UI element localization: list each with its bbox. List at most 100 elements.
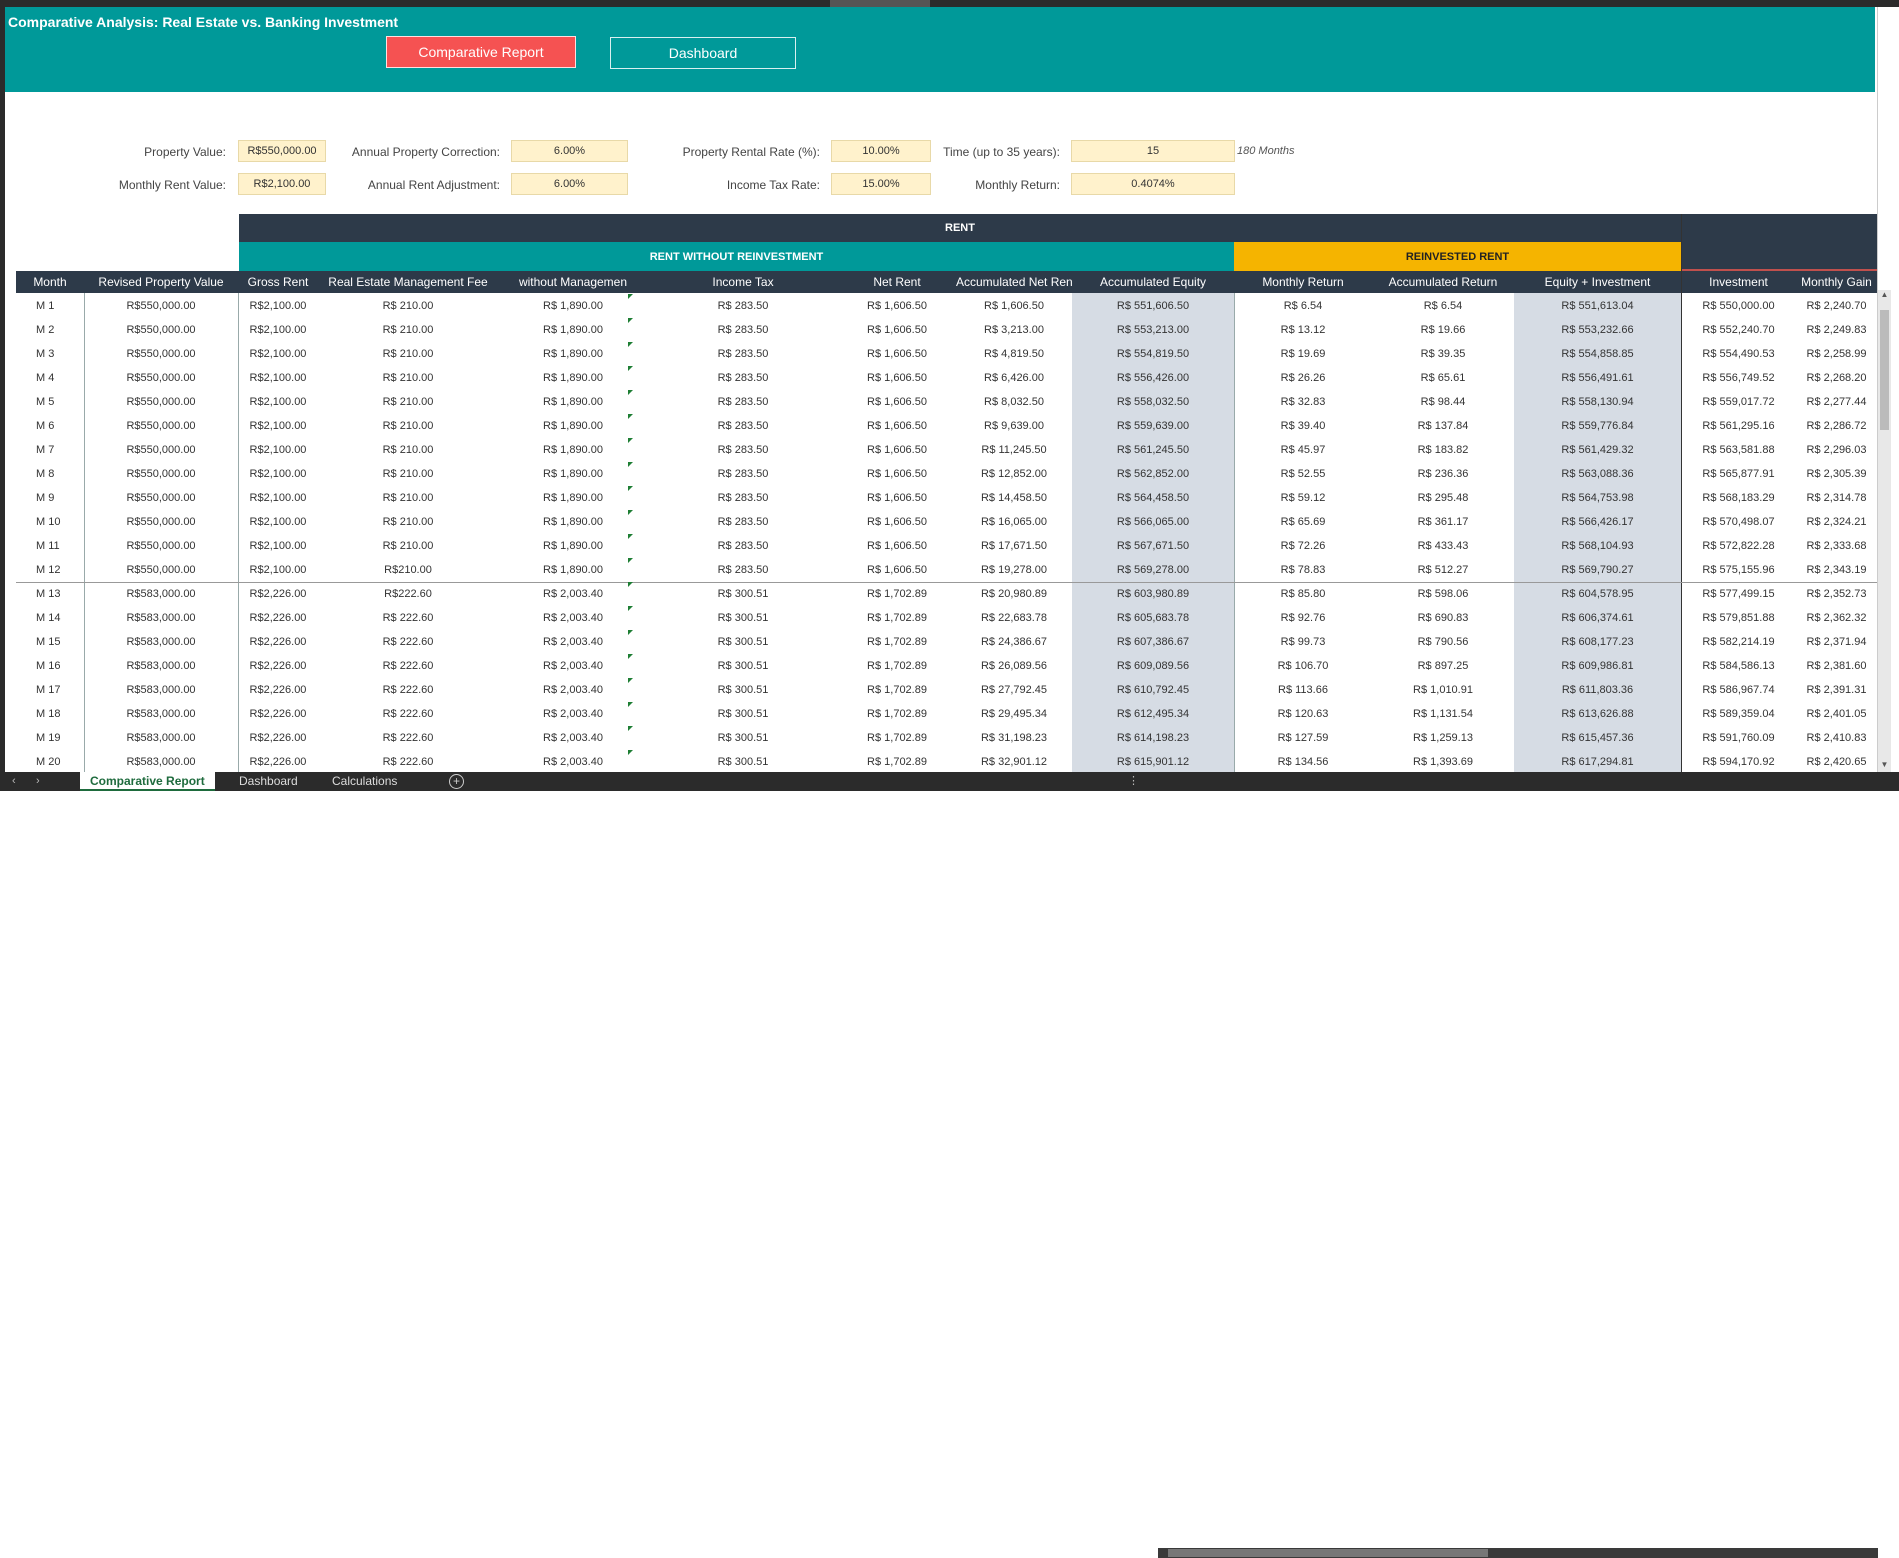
table-cell[interactable]: M 18 bbox=[16, 702, 84, 726]
table-cell[interactable]: R$550,000.00 bbox=[84, 510, 238, 534]
table-cell[interactable]: R$ 1,890.00 bbox=[498, 462, 648, 486]
dashboard-button[interactable]: Dashboard bbox=[610, 37, 796, 69]
table-cell[interactable]: R$ 2,258.99 bbox=[1796, 342, 1877, 366]
table-cell[interactable]: R$ 551,606.50 bbox=[1072, 294, 1234, 318]
table-cell[interactable]: R$ 19.69 bbox=[1234, 342, 1372, 366]
table-cell[interactable]: R$ 222.60 bbox=[318, 726, 498, 750]
table-cell[interactable]: R$ 52.55 bbox=[1234, 462, 1372, 486]
table-cell[interactable]: R$ 2,003.40 bbox=[498, 582, 648, 606]
annual-correction-input[interactable]: 6.00% bbox=[511, 140, 628, 162]
table-cell[interactable]: R$2,100.00 bbox=[238, 438, 318, 462]
table-cell[interactable]: R$ 1,606.50 bbox=[838, 558, 956, 582]
table-cell[interactable]: R$ 609,089.56 bbox=[1072, 654, 1234, 678]
table-cell[interactable]: R$ 300.51 bbox=[648, 726, 838, 750]
table-cell[interactable]: R$ 283.50 bbox=[648, 390, 838, 414]
table-cell[interactable]: R$ 615,901.12 bbox=[1072, 750, 1234, 774]
error-indicator-icon[interactable] bbox=[628, 294, 633, 299]
table-cell[interactable]: R$ 361.17 bbox=[1372, 510, 1514, 534]
table-cell[interactable]: R$ 564,753.98 bbox=[1514, 486, 1681, 510]
table-cell[interactable]: R$ 598.06 bbox=[1372, 582, 1514, 606]
table-cell[interactable]: R$ 85.80 bbox=[1234, 582, 1372, 606]
table-cell[interactable]: R$ 4,819.50 bbox=[956, 342, 1072, 366]
table-cell[interactable]: R$2,226.00 bbox=[238, 702, 318, 726]
table-cell[interactable]: R$ 433.43 bbox=[1372, 534, 1514, 558]
table-cell[interactable]: R$ 2,371.94 bbox=[1796, 630, 1877, 654]
error-indicator-icon[interactable] bbox=[628, 510, 633, 515]
table-cell[interactable]: R$ 31,198.23 bbox=[956, 726, 1072, 750]
table-cell[interactable]: R$222.60 bbox=[318, 582, 498, 606]
table-cell[interactable]: R$ 615,457.36 bbox=[1514, 726, 1681, 750]
table-cell[interactable]: R$ 27,792.45 bbox=[956, 678, 1072, 702]
table-cell[interactable]: R$ 1,890.00 bbox=[498, 342, 648, 366]
error-indicator-icon[interactable] bbox=[628, 606, 633, 611]
table-cell[interactable]: R$ 554,858.85 bbox=[1514, 342, 1681, 366]
table-cell[interactable]: R$ 210.00 bbox=[318, 342, 498, 366]
table-cell[interactable]: R$ 39.35 bbox=[1372, 342, 1514, 366]
table-cell[interactable]: R$ 14,458.50 bbox=[956, 486, 1072, 510]
table-cell[interactable]: R$2,100.00 bbox=[238, 294, 318, 318]
table-cell[interactable]: R$ 568,183.29 bbox=[1681, 486, 1796, 510]
table-cell[interactable]: R$ 556,491.61 bbox=[1514, 366, 1681, 390]
error-indicator-icon[interactable] bbox=[628, 582, 633, 587]
table-cell[interactable]: R$2,100.00 bbox=[238, 486, 318, 510]
table-cell[interactable]: R$ 606,374.61 bbox=[1514, 606, 1681, 630]
table-cell[interactable]: R$ 1,702.89 bbox=[838, 582, 956, 606]
table-cell[interactable]: R$ 9,639.00 bbox=[956, 414, 1072, 438]
table-cell[interactable]: R$ 2,268.20 bbox=[1796, 366, 1877, 390]
table-cell[interactable]: M 11 bbox=[16, 534, 84, 558]
table-cell[interactable]: R$2,100.00 bbox=[238, 366, 318, 390]
table-cell[interactable]: R$ 617,294.81 bbox=[1514, 750, 1681, 774]
table-cell[interactable]: R$2,226.00 bbox=[238, 630, 318, 654]
table-cell[interactable]: R$ 1,606.50 bbox=[838, 390, 956, 414]
table-cell[interactable]: M 8 bbox=[16, 462, 84, 486]
table-cell[interactable]: R$ 2,003.40 bbox=[498, 750, 648, 774]
table-cell[interactable]: R$ 1,606.50 bbox=[838, 318, 956, 342]
table-cell[interactable]: R$ 26.26 bbox=[1234, 366, 1372, 390]
table-cell[interactable]: M 2 bbox=[16, 318, 84, 342]
table-cell[interactable]: R$ 24,386.67 bbox=[956, 630, 1072, 654]
table-cell[interactable]: R$ 790.56 bbox=[1372, 630, 1514, 654]
table-cell[interactable]: R$ 210.00 bbox=[318, 366, 498, 390]
table-cell[interactable]: M 7 bbox=[16, 438, 84, 462]
table-cell[interactable]: R$ 553,232.66 bbox=[1514, 318, 1681, 342]
scroll-down-icon[interactable]: ▼ bbox=[1880, 760, 1889, 770]
table-cell[interactable]: R$ 283.50 bbox=[648, 342, 838, 366]
table-cell[interactable]: R$ 2,003.40 bbox=[498, 630, 648, 654]
table-cell[interactable]: R$ 20,980.89 bbox=[956, 582, 1072, 606]
table-cell[interactable]: R$550,000.00 bbox=[84, 318, 238, 342]
table-cell[interactable]: R$ 137.84 bbox=[1372, 414, 1514, 438]
add-sheet-icon[interactable]: + bbox=[449, 774, 464, 789]
table-cell[interactable]: R$ 45.97 bbox=[1234, 438, 1372, 462]
table-cell[interactable]: R$ 572,822.28 bbox=[1681, 534, 1796, 558]
table-cell[interactable]: R$ 558,032.50 bbox=[1072, 390, 1234, 414]
table-cell[interactable]: R$2,226.00 bbox=[238, 654, 318, 678]
error-indicator-icon[interactable] bbox=[628, 462, 633, 467]
table-cell[interactable]: R$550,000.00 bbox=[84, 462, 238, 486]
error-indicator-icon[interactable] bbox=[628, 486, 633, 491]
table-cell[interactable]: R$ 690.83 bbox=[1372, 606, 1514, 630]
table-cell[interactable]: R$ 222.60 bbox=[318, 750, 498, 774]
error-indicator-icon[interactable] bbox=[628, 534, 633, 539]
table-cell[interactable]: R$ 92.76 bbox=[1234, 606, 1372, 630]
table-cell[interactable]: R$2,226.00 bbox=[238, 750, 318, 774]
table-cell[interactable]: R$ 2,003.40 bbox=[498, 606, 648, 630]
table-cell[interactable]: R$ 16,065.00 bbox=[956, 510, 1072, 534]
property-value-input[interactable]: R$550,000.00 bbox=[238, 140, 326, 162]
table-cell[interactable]: R$ 582,214.19 bbox=[1681, 630, 1796, 654]
table-cell[interactable]: M 19 bbox=[16, 726, 84, 750]
table-cell[interactable]: R$ 19,278.00 bbox=[956, 558, 1072, 582]
table-cell[interactable]: R$ 577,499.15 bbox=[1681, 582, 1796, 606]
table-cell[interactable]: R$ 26,089.56 bbox=[956, 654, 1072, 678]
table-cell[interactable]: R$ 566,065.00 bbox=[1072, 510, 1234, 534]
table-cell[interactable]: R$ 6,426.00 bbox=[956, 366, 1072, 390]
table-cell[interactable]: R$2,100.00 bbox=[238, 462, 318, 486]
table-cell[interactable]: R$ 2,352.73 bbox=[1796, 582, 1877, 606]
table-cell[interactable]: R$ 1,131.54 bbox=[1372, 702, 1514, 726]
table-cell[interactable]: R$ 584,586.13 bbox=[1681, 654, 1796, 678]
tab-comparative-report[interactable]: Comparative Report bbox=[80, 772, 215, 791]
table-cell[interactable]: R$ 2,410.83 bbox=[1796, 726, 1877, 750]
table-cell[interactable]: R$ 554,490.53 bbox=[1681, 342, 1796, 366]
error-indicator-icon[interactable] bbox=[628, 558, 633, 563]
table-cell[interactable]: R$ 603,980.89 bbox=[1072, 582, 1234, 606]
monthly-rent-input[interactable]: R$2,100.00 bbox=[238, 173, 326, 195]
